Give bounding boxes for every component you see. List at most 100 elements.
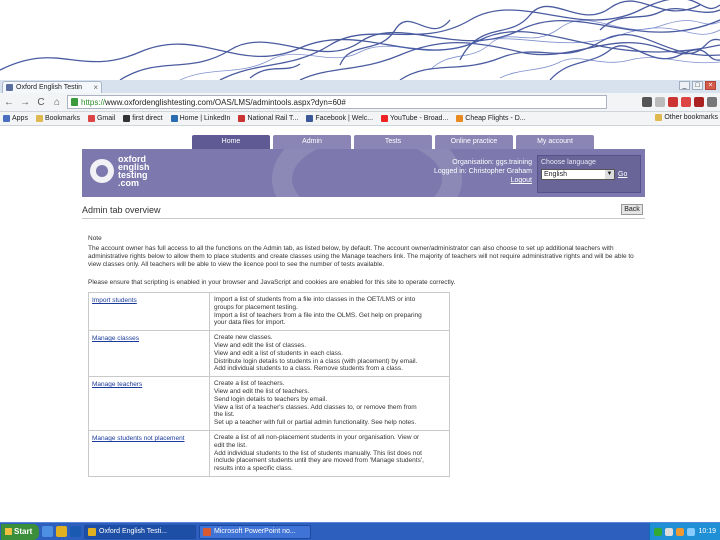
back-button[interactable]: Back [621, 204, 643, 215]
description-line: Import a list of students from a file in… [214, 296, 416, 303]
bookmark-label: Facebook | Welc... [315, 115, 374, 122]
instructions-text: Please ensure that scripting is enabled … [88, 279, 456, 286]
bookmark-bookmarks[interactable]: Bookmarks [35, 115, 80, 122]
description-line: Create new classes. [214, 334, 273, 342]
taskbar-item-oxford[interactable]: Oxford English Testi... [84, 524, 196, 539]
quicklaunch-icon[interactable] [42, 526, 53, 537]
clock[interactable]: 10:19 [698, 528, 716, 535]
table-row: Manage classes Create new classes. View … [89, 331, 449, 378]
tab-my-account[interactable]: My account [516, 135, 594, 149]
chevron-down-icon: ▼ [605, 170, 614, 179]
ink-pattern-image [0, 0, 720, 80]
forward-arrow-icon[interactable]: → [19, 97, 31, 108]
tray-icon[interactable] [665, 527, 674, 536]
bookmark-gmail[interactable]: Gmail [87, 115, 116, 122]
tray-icon[interactable] [676, 527, 685, 536]
table-row: Manage teachers Create a list of teacher… [89, 377, 449, 431]
national-rail-icon [238, 115, 246, 122]
other-bookmarks-label: Other bookmarks [664, 114, 718, 121]
home-icon[interactable]: ⌂ [51, 97, 63, 108]
system-tray: 10:19 [649, 522, 720, 540]
window-close-button[interactable]: × [705, 81, 716, 90]
tab-home[interactable]: Home [192, 135, 270, 149]
bookmark-facebook[interactable]: Facebook | Welc... [306, 115, 373, 122]
manage-classes-link[interactable]: Manage classes [89, 331, 209, 376]
tab-tests[interactable]: Tests [354, 135, 432, 149]
oxford-english-testing-logo[interactable]: oxford english testing .com [90, 155, 150, 188]
volume-icon[interactable] [687, 527, 696, 536]
url-path: www.oxfordenglishtesting.com/OAS/LMS/adm… [105, 97, 346, 107]
bookmark-label: YouTube - Broad... [390, 115, 449, 122]
table-row: Manage students not placement Create a l… [89, 430, 449, 476]
language-select[interactable]: English ▼ [541, 169, 615, 180]
minimize-button[interactable]: _ [679, 81, 690, 90]
bookmark-linkedin[interactable]: Home | LinkedIn [170, 115, 230, 122]
bookmark-youtube[interactable]: YouTube - Broad... [381, 115, 448, 122]
reload-icon[interactable]: C [35, 97, 47, 108]
menu-icon[interactable] [707, 97, 717, 107]
bookmark-first-direct[interactable]: first direct [123, 115, 163, 122]
language-label: Choose language [541, 159, 596, 166]
logo-word: .com [118, 178, 140, 188]
bookmark-cheap-flights[interactable]: Cheap Flights - D... [456, 115, 526, 122]
description-line: include placement students until they ar… [214, 457, 424, 465]
browser-navbar: ← → C ⌂ https://www.oxfordenglishtesting… [0, 93, 720, 112]
bookmark-label: National Rail T... [247, 115, 299, 122]
lock-icon [71, 98, 78, 106]
note-heading: Note [88, 235, 102, 242]
description-line: your data files for import. [214, 319, 286, 327]
site-nav-tabs: Home Admin Tests Online practice My acco… [192, 135, 594, 149]
description-line: View and edit a list of students in each… [214, 349, 343, 357]
tool-description: Create a list of all non-placement stude… [209, 430, 449, 476]
tab-admin[interactable]: Admin [273, 135, 351, 149]
other-bookmarks[interactable]: Other bookmarks [651, 114, 718, 121]
bookmark-national-rail[interactable]: National Rail T... [238, 115, 298, 122]
description-line: results into a specific class. [214, 465, 293, 473]
manage-teachers-link[interactable]: Manage teachers [89, 377, 209, 430]
manage-students-link[interactable]: Manage students not placement [89, 431, 209, 476]
tool-description: Create a list of teachers. View and edit… [209, 377, 449, 430]
description-line: Send login details to teachers by email. [214, 395, 328, 403]
screen: Oxford English Testin × _ □ × ← → C ⌂ ht… [0, 0, 720, 540]
page-title: Admin tab overview [82, 205, 161, 215]
description-line: View and edit the list of teachers. [214, 387, 310, 395]
organisation-line: Organisation: ggs.training [452, 159, 532, 166]
browser-tab[interactable]: Oxford English Testin × [2, 81, 102, 93]
folder-icon [35, 115, 43, 122]
quicklaunch-icon[interactable] [70, 526, 81, 537]
logout-link[interactable]: Logout [382, 176, 532, 185]
language-value: English [544, 171, 567, 178]
import-students-link[interactable]: Import students [89, 293, 209, 330]
language-row: English ▼ Go [541, 169, 637, 180]
note-text: The account owner has full access to all… [88, 245, 634, 268]
description-line: Add individual students to a class. Remo… [214, 365, 403, 373]
first-direct-icon [123, 115, 131, 122]
taskbar-item-powerpoint[interactable]: Microsoft PowerPoint no... [199, 524, 311, 539]
language-go-link[interactable]: Go [618, 171, 627, 178]
apps-icon [3, 115, 10, 122]
description-line: Set up a teacher with full or partial ad… [214, 419, 417, 427]
bookmarks-bar: Apps Bookmarks Gmail first direct Home |… [0, 112, 720, 126]
close-tab-icon[interactable]: × [93, 83, 98, 92]
extension-icon[interactable] [694, 97, 704, 107]
back-arrow-icon[interactable]: ← [3, 97, 15, 108]
maximize-button[interactable]: □ [692, 81, 703, 90]
tool-description: Import a list of students from a file in… [209, 293, 449, 331]
browser-tab-title: Oxford English Testin [16, 84, 83, 91]
extension-icon[interactable] [642, 97, 652, 107]
taskbar-item-label: Microsoft PowerPoint no... [214, 528, 296, 535]
tab-online-practice[interactable]: Online practice [435, 135, 513, 149]
account-info: Organisation: ggs.training Logged in: Ch… [382, 158, 532, 185]
tray-icon[interactable] [654, 527, 663, 536]
chrome-icon[interactable] [56, 526, 67, 537]
address-bar[interactable]: https://www.oxfordenglishtesting.com/OAS… [67, 95, 607, 109]
extension-icon[interactable] [668, 97, 678, 107]
site-favicon-icon [6, 84, 13, 91]
bookmark-label: first direct [132, 115, 163, 122]
start-button[interactable]: Start [1, 523, 39, 540]
gmail-icon [87, 115, 95, 122]
star-icon[interactable] [655, 97, 665, 107]
gmail-icon[interactable] [681, 97, 691, 107]
bookmark-label: Gmail [96, 115, 116, 122]
bookmark-apps[interactable]: Apps [3, 115, 28, 122]
